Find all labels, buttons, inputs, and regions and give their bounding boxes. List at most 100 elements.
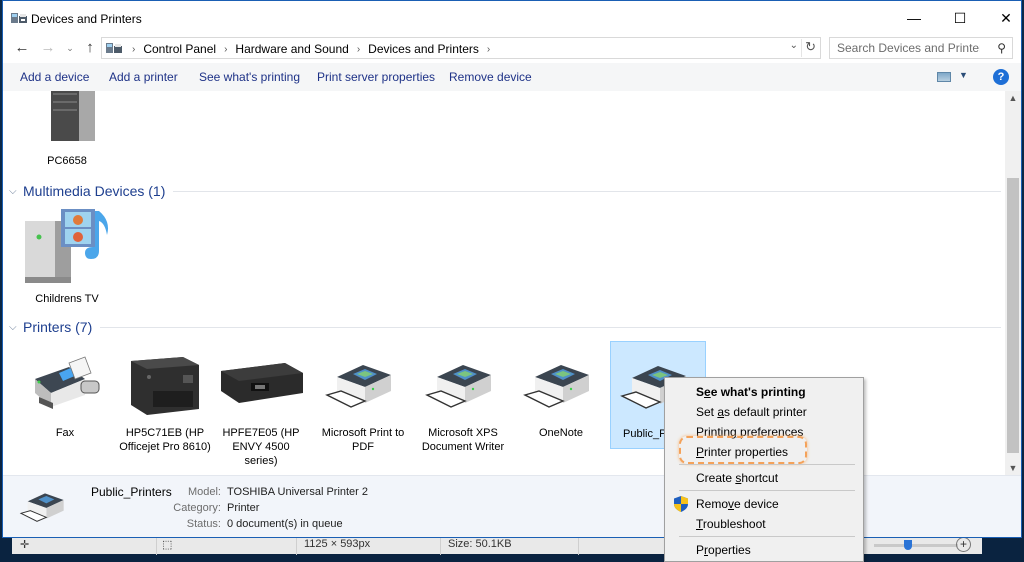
close-button[interactable]: ✕ bbox=[983, 1, 1024, 35]
search-icon[interactable]: ⚲ bbox=[997, 41, 1006, 55]
device-hp-envy[interactable]: HPFE7E05 (HP ENVY 4500 series) bbox=[215, 349, 307, 468]
zoom-slider-thumb[interactable] bbox=[904, 540, 912, 550]
menu-item-remove-device[interactable]: Remove device bbox=[696, 497, 779, 511]
printer-icon bbox=[523, 365, 589, 408]
search-input[interactable] bbox=[830, 38, 980, 58]
menu-item-create-shortcut[interactable]: Create shortcut bbox=[696, 471, 778, 485]
forward-button[interactable]: → bbox=[39, 38, 57, 58]
address-bar[interactable]: › Control Panel › Hardware and Sound › D… bbox=[101, 37, 821, 59]
menu-separator bbox=[679, 464, 855, 465]
media-server-icon bbox=[25, 209, 108, 283]
address-history-dropdown[interactable]: ⌄ bbox=[790, 40, 798, 51]
device-label: Microsoft Print to PDF bbox=[321, 427, 405, 453]
device-label: Fax bbox=[55, 427, 75, 439]
printer-icon bbox=[325, 365, 391, 408]
device-label: PC6658 bbox=[47, 155, 87, 167]
zoom-in-button[interactable]: + bbox=[956, 537, 971, 552]
selection-icon: ⬚ bbox=[162, 539, 173, 551]
menu-item-troubleshoot[interactable]: Troubleshoot bbox=[696, 517, 766, 531]
device-childrens-tv[interactable]: Childrens TV bbox=[21, 207, 113, 306]
menu-item-set-default-printer[interactable]: Set as default printer bbox=[696, 405, 807, 419]
device-label: Microsoft XPS Document Writer bbox=[421, 427, 505, 453]
model-label: Model: bbox=[187, 486, 221, 498]
scroll-thumb[interactable] bbox=[1007, 178, 1019, 453]
scroll-up-arrow-icon[interactable]: ▲ bbox=[1005, 93, 1021, 103]
menu-accelerator: P bbox=[696, 445, 705, 459]
device-computer[interactable]: PC6658 bbox=[21, 91, 113, 168]
menu-text: Remo bbox=[696, 497, 729, 511]
breadcrumb-devices-and-printers[interactable]: Devices and Printers bbox=[368, 42, 479, 56]
back-button[interactable]: ← bbox=[13, 38, 31, 58]
group-title[interactable]: Printers (7) bbox=[23, 319, 92, 335]
menu-text: P bbox=[696, 543, 705, 557]
maximize-button[interactable]: ☐ bbox=[937, 1, 983, 35]
inkjet-printer-icon bbox=[221, 363, 303, 403]
printer-icon bbox=[425, 365, 491, 408]
group-title[interactable]: Multimedia Devices (1) bbox=[23, 183, 165, 199]
zoom-slider-track[interactable] bbox=[874, 544, 958, 547]
up-button[interactable]: ↑ bbox=[81, 38, 99, 58]
collapse-chevron-icon[interactable]: ⌵ bbox=[9, 186, 23, 197]
menu-text: roubleshoot bbox=[702, 517, 766, 531]
device-microsoft-print-to-pdf[interactable]: Microsoft Print to PDF bbox=[317, 349, 409, 454]
breadcrumb: › Control Panel › Hardware and Sound › D… bbox=[124, 42, 498, 56]
menu-accelerator: T bbox=[696, 517, 703, 531]
change-view-icon[interactable] bbox=[937, 72, 951, 82]
add-device-button[interactable]: Add a device bbox=[20, 70, 89, 84]
device-microsoft-xps-writer[interactable]: Microsoft XPS Document Writer bbox=[417, 349, 509, 454]
see-whats-printing-button[interactable]: See what's printing bbox=[199, 70, 300, 84]
menu-item-properties[interactable]: Properties bbox=[696, 543, 751, 557]
device-label: OneNote bbox=[538, 427, 584, 439]
menu-text: S bbox=[696, 385, 705, 399]
device-hp-officejet[interactable]: HP5C71EB (HP Officejet Pro 8610) bbox=[119, 349, 211, 454]
fax-icon bbox=[35, 356, 100, 409]
menu-text: rinter properties bbox=[704, 445, 789, 459]
move-icon: ✛ bbox=[20, 539, 30, 551]
collapse-chevron-icon[interactable]: ⌵ bbox=[9, 322, 23, 333]
device-fax[interactable]: Fax bbox=[19, 349, 111, 440]
help-icon[interactable]: ? bbox=[993, 69, 1009, 85]
menu-text: Create bbox=[696, 471, 736, 485]
command-bar: Add a device Add a printer See what's pr… bbox=[3, 63, 1021, 91]
devices-and-printers-window: Devices and Printers — ☐ ✕ ← → ⌄ ↑ › Con… bbox=[2, 0, 1022, 538]
breadcrumb-separator[interactable]: › bbox=[132, 44, 135, 55]
group-divider bbox=[100, 326, 1001, 328]
image-dimensions: 1125 × 593px bbox=[304, 538, 371, 550]
add-printer-button[interactable]: Add a printer bbox=[109, 70, 178, 84]
device-label: HPFE7E05 (HP ENVY 4500 series) bbox=[222, 427, 300, 467]
group-header-multimedia[interactable]: ⌵ Multimedia Devices (1) bbox=[9, 183, 1001, 199]
statusbar-divider bbox=[296, 535, 297, 555]
breadcrumb-separator[interactable]: › bbox=[487, 44, 490, 55]
remove-device-button[interactable]: Remove device bbox=[449, 70, 532, 84]
menu-item-printer-properties[interactable]: Printer properties bbox=[696, 445, 788, 459]
status-value: 0 document(s) in queue bbox=[227, 518, 343, 530]
refresh-button[interactable]: ↻ bbox=[805, 39, 816, 55]
menu-text: Set bbox=[696, 405, 718, 419]
scroll-down-arrow-icon[interactable]: ▼ bbox=[1005, 463, 1021, 473]
search-box[interactable]: ⚲ bbox=[829, 37, 1013, 59]
breadcrumb-hardware-and-sound[interactable]: Hardware and Sound bbox=[235, 42, 348, 56]
recent-locations-button[interactable]: ⌄ bbox=[61, 38, 79, 58]
breadcrumb-separator[interactable]: › bbox=[224, 44, 227, 55]
statusbar-divider bbox=[156, 535, 157, 555]
device-label: Childrens TV bbox=[35, 293, 99, 305]
device-onenote[interactable]: OneNote bbox=[515, 349, 607, 440]
model-value: TOSHIBA Universal Printer 2 bbox=[227, 486, 369, 498]
statusbar-divider bbox=[578, 535, 579, 555]
breadcrumb-separator[interactable]: › bbox=[357, 44, 360, 55]
window-title: Devices and Printers bbox=[31, 12, 142, 26]
group-header-printers[interactable]: ⌵ Printers (7) bbox=[9, 319, 1001, 335]
computer-tower-icon bbox=[51, 91, 95, 141]
menu-text: hortcut bbox=[741, 471, 779, 485]
menu-item-see-whats-printing[interactable]: See what's printing bbox=[696, 385, 806, 399]
vertical-scrollbar[interactable]: ▲ ▼ bbox=[1005, 91, 1021, 475]
minimize-button[interactable]: — bbox=[891, 1, 937, 35]
view-options-dropdown[interactable]: ▼ bbox=[959, 70, 968, 80]
address-divider bbox=[801, 39, 802, 57]
breadcrumb-control-panel[interactable]: Control Panel bbox=[143, 42, 216, 56]
details-pane: Public_Printers Model: TOSHIBA Universal… bbox=[3, 475, 1021, 537]
print-server-properties-button[interactable]: Print server properties bbox=[317, 70, 435, 84]
statusbar-divider bbox=[440, 535, 441, 555]
menu-text: e device bbox=[734, 497, 779, 511]
printer-context-menu: See what's printing Set as default print… bbox=[664, 377, 864, 562]
